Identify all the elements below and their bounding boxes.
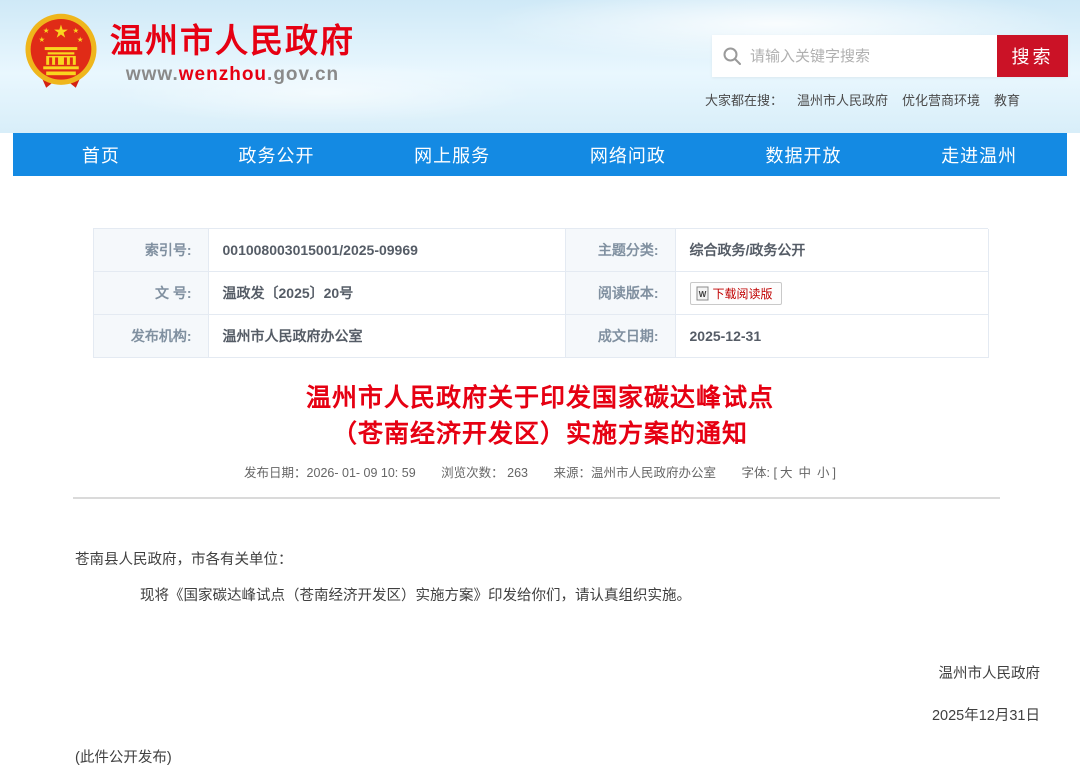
word-doc-icon: W	[696, 286, 709, 301]
font-size-large[interactable]: 大	[780, 466, 793, 480]
meta-value-issue-date: 2025-12-31	[676, 315, 989, 358]
article-meta-line: 发布日期：2026- 01- 09 10: 59 浏览次数： 263 来源：温州…	[0, 462, 1080, 481]
article-title-line2: （苍南经济开发区）实施方案的通知	[0, 416, 1080, 452]
meta-value-topic: 综合政务/政务公开	[676, 229, 989, 272]
meta-label-doc-no: 文 号:	[94, 272, 209, 315]
font-size-medium[interactable]: 中	[798, 466, 811, 480]
title-divider	[73, 497, 1000, 499]
public-release-note: (此件公开发布)	[75, 747, 1040, 779]
article-body: 苍南县人民政府，市各有关单位： 现将《国家碳达峰试点（苍南经济开发区）实施方案》…	[0, 549, 1080, 779]
search-input-wrap	[712, 35, 997, 77]
doc-meta-table: 索引号: 001008003015001/2025-09969 主题分类: 综合…	[93, 228, 988, 358]
meta-label-index-no: 索引号:	[94, 229, 209, 272]
publish-date-label: 发布日期：	[244, 466, 307, 480]
search-input[interactable]	[750, 48, 987, 65]
nav-item-gov-info[interactable]: 政务公开	[189, 133, 365, 176]
svg-text:★: ★	[43, 26, 50, 35]
meta-label-issue-date: 成文日期:	[566, 315, 676, 358]
nav-item-online-services[interactable]: 网上服务	[364, 133, 540, 176]
svg-text:★: ★	[77, 35, 84, 44]
hot-search: 大家都在搜： 温州市人民政府优化营商环境教育	[705, 90, 1020, 109]
nav-item-public-inquiry[interactable]: 网络问政	[540, 133, 716, 176]
source-value: 温州市人民政府办公室	[591, 466, 716, 480]
signature-agency: 温州市人民政府	[75, 663, 1040, 685]
salutation: 苍南县人民政府，市各有关单位：	[75, 549, 1040, 571]
site-url-prefix: www.	[126, 64, 179, 85]
svg-text:W: W	[698, 290, 706, 299]
source-group: 来源：温州市人民政府办公室	[554, 466, 717, 480]
search-button[interactable]: 搜索	[997, 35, 1068, 77]
main-nav: 首页 政务公开 网上服务 网络问政 数据开放 走进温州	[13, 133, 1067, 176]
views-group: 浏览次数： 263	[441, 466, 528, 480]
meta-label-topic: 主题分类:	[566, 229, 676, 272]
meta-value-issuing-agency: 温州市人民政府办公室	[209, 315, 566, 358]
download-reading-version-button[interactable]: W 下载阅读版	[690, 282, 782, 305]
site-url-highlight: wenzhou	[179, 64, 267, 85]
font-size-bracket-close: ]	[832, 466, 835, 480]
site-header: ★ ★ ★ ★ ★ 温州市人民政府 www.wenzhou.gov.cn	[0, 0, 1080, 133]
nav-item-home[interactable]: 首页	[13, 133, 189, 176]
hot-search-link-3[interactable]: 教育	[994, 93, 1020, 108]
site-url: www.wenzhou.gov.cn	[110, 64, 355, 86]
meta-value-doc-no: 温政发〔2025〕20号	[209, 272, 566, 315]
meta-label-issuing-agency: 发布机构:	[94, 315, 209, 358]
search-icon	[722, 46, 742, 66]
document-page: 索引号: 001008003015001/2025-09969 主题分类: 综合…	[0, 176, 1080, 779]
site-logo[interactable]: ★ ★ ★ ★ ★ 温州市人民政府 www.wenzhou.gov.cn	[24, 12, 355, 94]
body-paragraph: 现将《国家碳达峰试点（苍南经济开发区）实施方案》印发给你们，请认真组织实施。	[75, 585, 1040, 607]
article-title-line1: 温州市人民政府关于印发国家碳达峰试点	[0, 380, 1080, 416]
svg-text:★: ★	[38, 35, 45, 44]
signature-date: 2025年12月31日	[75, 705, 1040, 727]
font-size-label: 字体: [	[742, 466, 777, 480]
site-title: 温州市人民政府	[110, 21, 355, 61]
publish-date-group: 发布日期：2026- 01- 09 10: 59	[244, 466, 416, 480]
meta-value-index-no: 001008003015001/2025-09969	[209, 229, 566, 272]
hot-search-link-2[interactable]: 优化营商环境	[902, 93, 980, 108]
source-label: 来源：	[554, 466, 592, 480]
article-title: 温州市人民政府关于印发国家碳达峰试点 （苍南经济开发区）实施方案的通知	[0, 380, 1080, 452]
svg-text:★: ★	[53, 21, 69, 41]
nav-item-about-wenzhou[interactable]: 走进温州	[891, 133, 1067, 176]
publish-date-value: 2026- 01- 09 10: 59	[307, 466, 416, 480]
font-size-group: 字体: [大中小]	[742, 466, 836, 480]
svg-text:★: ★	[72, 26, 79, 35]
meta-label-reading-version: 阅读版本:	[566, 272, 676, 315]
site-url-suffix: .gov.cn	[267, 64, 339, 85]
download-button-label: 下载阅读版	[713, 285, 773, 302]
meta-value-reading-version: W 下载阅读版	[676, 272, 989, 315]
search-bar: 搜索	[712, 35, 1068, 77]
hot-search-link-1[interactable]: 温州市人民政府	[797, 93, 888, 108]
nav-item-open-data[interactable]: 数据开放	[716, 133, 892, 176]
national-emblem-icon: ★ ★ ★ ★ ★	[24, 12, 98, 94]
views-label: 浏览次数：	[441, 466, 504, 480]
hot-search-label: 大家都在搜：	[705, 93, 783, 108]
views-value: 263	[507, 466, 528, 480]
font-size-small[interactable]: 小	[817, 466, 830, 480]
